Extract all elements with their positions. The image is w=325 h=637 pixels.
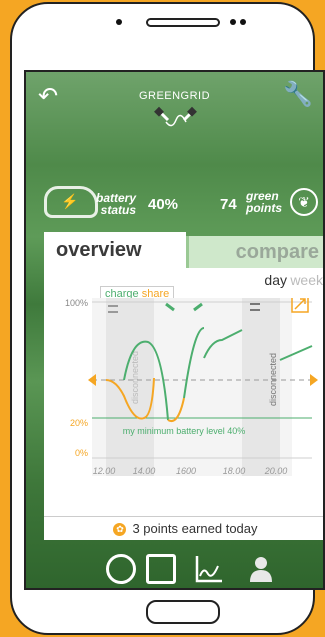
x-tick: 12.00 bbox=[93, 466, 116, 476]
green-points-label: green points bbox=[246, 189, 282, 215]
calendar-icon[interactable] bbox=[146, 554, 176, 584]
home-button[interactable] bbox=[146, 600, 220, 624]
leaf-icon: ❦ bbox=[290, 188, 318, 216]
tab-overview[interactable]: overview bbox=[44, 232, 186, 268]
x-tick: 14.00 bbox=[133, 466, 156, 476]
disconnected-label-right: disconnected bbox=[268, 353, 278, 406]
range-week[interactable]: week bbox=[290, 272, 323, 288]
bottom-nav bbox=[26, 550, 323, 588]
tab-compare[interactable]: compare bbox=[186, 236, 323, 268]
battery-chart: 100% 20% 0% disconnected disconnected my… bbox=[65, 298, 318, 476]
camera-dot bbox=[116, 19, 122, 25]
y-tick-0: 0% bbox=[75, 448, 88, 458]
overview-card: overview compare day week charge share 1… bbox=[44, 232, 323, 541]
speaker-grille bbox=[146, 18, 220, 27]
chart-icon[interactable] bbox=[194, 554, 224, 584]
min-battery-label: my minimum battery level 40% bbox=[123, 426, 246, 436]
battery-status-label: battery status bbox=[96, 191, 137, 217]
scroll-right-icon[interactable] bbox=[310, 374, 318, 386]
x-tick: 18.00 bbox=[223, 466, 246, 476]
coin-icon: ✿ bbox=[113, 523, 127, 537]
range-day[interactable]: day bbox=[264, 272, 287, 288]
clock-plug-icon[interactable] bbox=[106, 554, 136, 584]
green-points-value: 74 bbox=[220, 196, 237, 213]
car-battery-icon: ⚡ bbox=[44, 186, 98, 218]
wrench-icon[interactable]: 🔧 bbox=[283, 80, 313, 109]
status-row: ⚡ battery status 40% 74 green points ❦ bbox=[26, 182, 323, 232]
battery-value: 40% bbox=[148, 196, 179, 213]
points-earned: ✿ 3 points earned today bbox=[44, 516, 323, 541]
user-icon[interactable] bbox=[246, 554, 276, 584]
sensor-dot bbox=[230, 19, 236, 25]
chart-panel: day week charge share 100% 20% 0% discon… bbox=[44, 268, 323, 541]
y-tick-20: 20% bbox=[70, 418, 88, 428]
app-title: GREENGRID bbox=[138, 90, 211, 102]
plug-icon bbox=[154, 106, 197, 127]
app-screen: ↶ GREENGRID 🔧 ⚡ battery status 40% 74 gr… bbox=[24, 70, 325, 590]
x-tick: 20.00 bbox=[264, 466, 288, 476]
sensor-dot bbox=[240, 19, 246, 25]
y-tick-100: 100% bbox=[65, 298, 88, 308]
disconnected-label-left: disconnected bbox=[130, 351, 140, 404]
points-earned-text: 3 points earned today bbox=[132, 521, 258, 536]
expand-arrow bbox=[294, 298, 306, 310]
top-bar: ↶ GREENGRID 🔧 bbox=[26, 72, 323, 132]
x-tick: 1600 bbox=[176, 466, 196, 476]
phone-frame: ↶ GREENGRID 🔧 ⚡ battery status 40% 74 gr… bbox=[10, 2, 325, 635]
